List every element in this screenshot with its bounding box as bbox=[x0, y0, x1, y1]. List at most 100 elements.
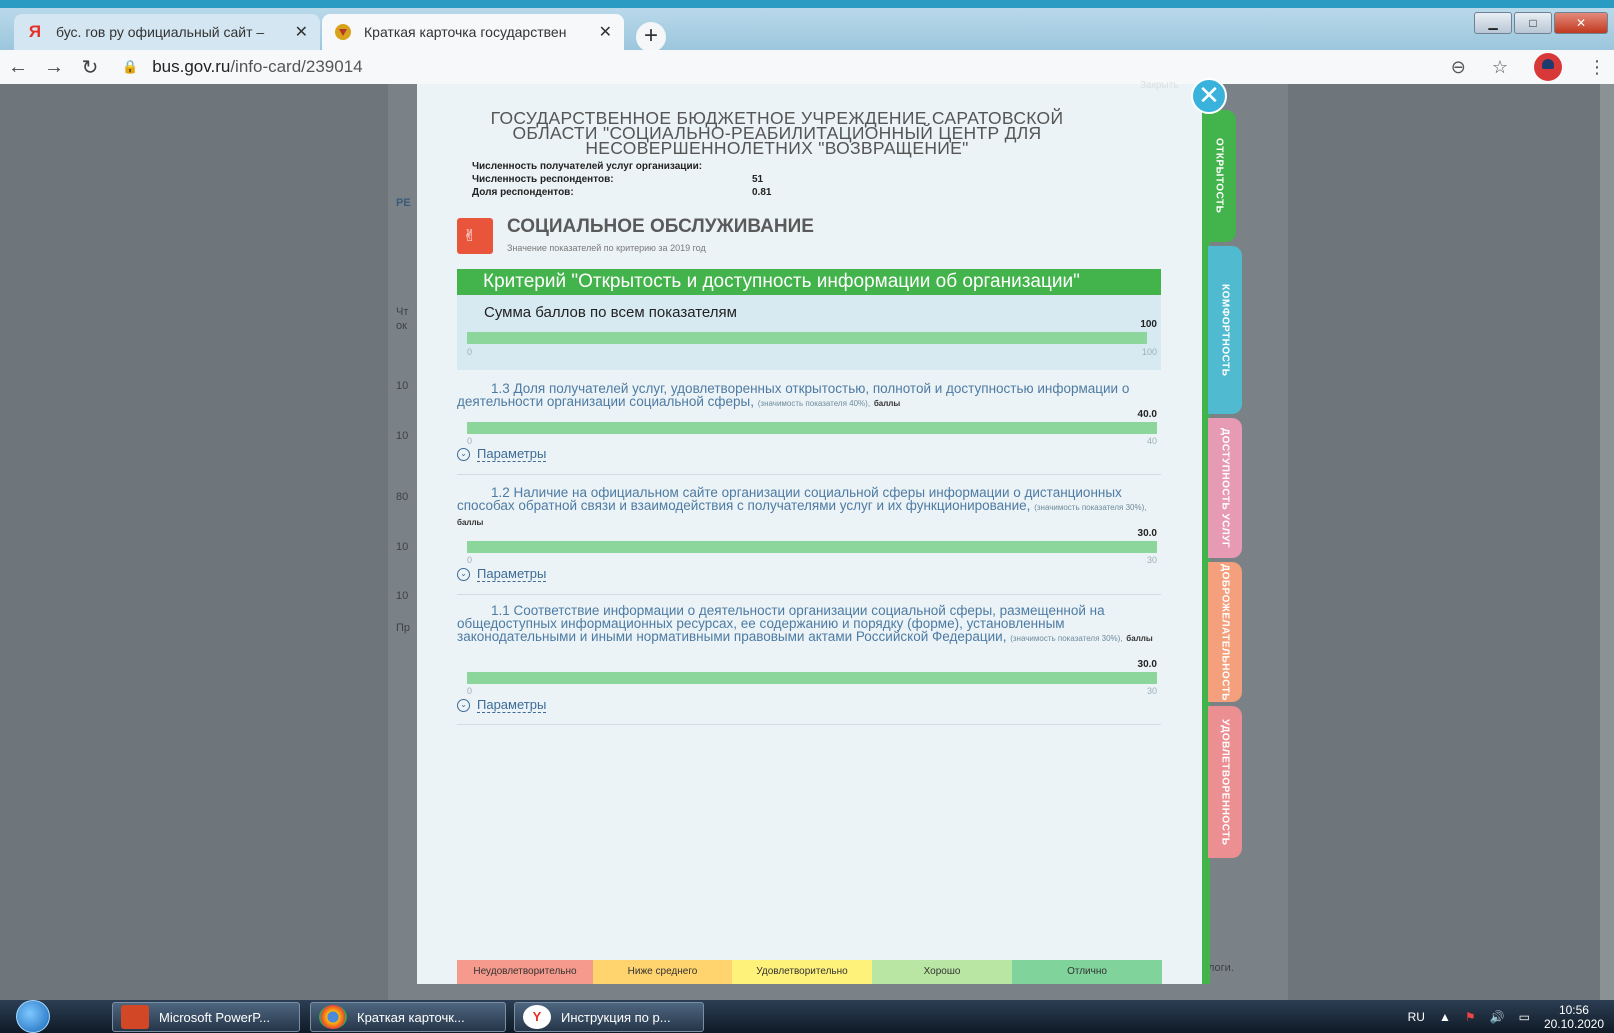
page-scrollbar[interactable] bbox=[1600, 84, 1614, 1000]
metric-bar bbox=[467, 422, 1157, 434]
task-label: Microsoft PowerP... bbox=[159, 1009, 271, 1025]
bookmark-star-icon[interactable]: ☆ bbox=[1492, 57, 1508, 78]
url-path: /info-card/239014 bbox=[230, 57, 363, 76]
task-label: Инструкция по р... bbox=[561, 1009, 671, 1025]
legend-good: Хорошо bbox=[872, 960, 1012, 984]
legend-unsatisfactory: Неудовлетворительно bbox=[457, 960, 593, 984]
back-arrow-icon[interactable]: ← bbox=[0, 56, 36, 79]
page-fragment: логи. bbox=[1208, 962, 1234, 974]
respondent-stats: Численность получателей услуг организаци… bbox=[472, 160, 771, 199]
profile-avatar-icon[interactable] bbox=[1534, 53, 1562, 81]
legend-excellent: Отлично bbox=[1012, 960, 1162, 984]
params-toggle[interactable]: ⌄ Параметры bbox=[457, 697, 547, 713]
page-fragment: 10 bbox=[396, 430, 409, 442]
network-warning-icon[interactable]: ⚑ bbox=[1465, 1010, 1476, 1024]
minimize-button[interactable]: ▁ bbox=[1474, 12, 1512, 34]
side-tab-satisfaction[interactable]: УДОВЛЕТВОРЕННОСТЬ bbox=[1208, 706, 1242, 858]
tab-strip: Я бус. гов ру официальный сайт – ✕ Кратк… bbox=[0, 8, 1614, 52]
sum-bar bbox=[467, 332, 1147, 344]
metric-max: 30 bbox=[1146, 555, 1157, 565]
tab-title: Краткая карточка государствен bbox=[364, 24, 567, 40]
section-header: ✌ СОЦИАЛЬНОЕ ОБСЛУЖИВАНИЕ Значение показ… bbox=[457, 216, 814, 254]
chevron-down-icon: ⌄ bbox=[457, 698, 470, 712]
metric-max: 40 bbox=[1146, 436, 1157, 446]
rating-legend: Неудовлетворительно Ниже среднего Удовле… bbox=[457, 960, 1162, 984]
side-tab-friendliness[interactable]: ДОБРОЖЕЛАТЕЛЬНОСТЬ bbox=[1208, 562, 1242, 702]
params-toggle[interactable]: ⌄ Параметры bbox=[457, 446, 547, 462]
volume-icon[interactable]: 🔊 bbox=[1490, 1010, 1505, 1024]
menu-dots-icon[interactable]: ⋮ bbox=[1588, 57, 1606, 78]
yandex-browser-icon: Y bbox=[523, 1005, 551, 1029]
params-link[interactable]: Параметры bbox=[477, 566, 547, 582]
display-icon[interactable]: ▭ bbox=[1519, 1010, 1530, 1024]
metric-unit: баллы bbox=[873, 399, 901, 408]
forward-arrow-icon[interactable]: → bbox=[36, 56, 72, 79]
chevron-down-icon: ⌄ bbox=[457, 447, 470, 461]
taskbar-item-chrome[interactable]: Краткая карточк... bbox=[310, 1002, 506, 1032]
legend-satisfactory: Удовлетворительно bbox=[732, 960, 872, 984]
stat-label: Численность получателей услуг организаци… bbox=[472, 161, 703, 172]
window-controls: ▁ □ ✕ bbox=[1474, 12, 1608, 34]
close-label: Закрыть bbox=[1140, 80, 1179, 91]
yandex-icon: Я bbox=[28, 22, 42, 41]
metric-weight: (значимость показателя 30%), bbox=[1010, 634, 1123, 643]
chrome-icon bbox=[319, 1005, 347, 1029]
metric-text: 1.2 Наличие на официальном сайте организ… bbox=[457, 485, 1122, 513]
page-fragment: 10 bbox=[396, 541, 409, 553]
window-close-button[interactable]: ✕ bbox=[1554, 12, 1608, 34]
close-tab-icon[interactable]: ✕ bbox=[295, 22, 308, 42]
info-card-modal: ГОСУДАРСТВЕННОЕ БЮДЖЕТНОЕ УЧРЕЖДЕНИЕ САР… bbox=[417, 84, 1202, 984]
side-tab-comfort[interactable]: КОМФОРТНОСТЬ bbox=[1208, 246, 1242, 414]
stat-value: 0.81 bbox=[752, 187, 772, 198]
metric-1-1: 1.1 Соответствие информации о деятельнос… bbox=[457, 604, 1157, 645]
divider bbox=[457, 594, 1161, 595]
metric-value: 30.0 bbox=[1137, 528, 1157, 539]
start-button[interactable] bbox=[8, 1000, 58, 1033]
close-modal-icon[interactable]: ✕ bbox=[1191, 78, 1227, 114]
url-host: bus.gov.ru bbox=[152, 57, 231, 76]
criterion-header: Критерий "Открытость и доступность инфор… bbox=[457, 269, 1161, 295]
metric-weight: (значимость показателя 40%), bbox=[757, 399, 871, 408]
metric-min: 0 bbox=[467, 555, 473, 565]
taskbar-item-powerpoint[interactable]: Microsoft PowerP... bbox=[112, 1002, 300, 1032]
close-tab-icon[interactable]: ✕ bbox=[599, 22, 612, 42]
zoom-icon[interactable]: ⊖ bbox=[1451, 57, 1466, 78]
legend-below-average: Ниже среднего bbox=[593, 960, 732, 984]
tab-info-card[interactable]: Краткая карточка государствен ✕ bbox=[322, 14, 624, 50]
metric-1-2: 1.2 Наличие на официальном сайте организ… bbox=[457, 486, 1157, 529]
tray-expand-icon[interactable]: ▲ bbox=[1439, 1010, 1451, 1024]
sum-panel: Сумма баллов по всем показателям 100 0 1… bbox=[457, 295, 1161, 370]
tab-bus-search[interactable]: Я бус. гов ру официальный сайт – ✕ bbox=[14, 14, 320, 50]
divider bbox=[457, 724, 1161, 725]
sum-max: 100 bbox=[1141, 347, 1157, 357]
address-bar[interactable]: 🔒 bus.gov.ru/info-card/239014 bbox=[122, 57, 363, 77]
reload-icon[interactable]: ↻ bbox=[72, 55, 108, 80]
page-fragment: РЕ bbox=[396, 197, 411, 209]
params-toggle[interactable]: ⌄ Параметры bbox=[457, 566, 547, 582]
system-tray: RU ▲ ⚑ 🔊 ▭ 10:56 20.10.2020 bbox=[1408, 1000, 1604, 1033]
params-link[interactable]: Параметры bbox=[477, 697, 547, 713]
stat-label: Численность респондентов: bbox=[472, 174, 614, 185]
side-tab-accessibility[interactable]: ДОСТУПНОСТЬ УСЛУГ bbox=[1208, 418, 1242, 558]
toolbar-actions: ⊖ ☆ ⋮ bbox=[1451, 50, 1614, 84]
page-fragment: Пр bbox=[396, 622, 411, 634]
new-tab-button[interactable]: + bbox=[636, 22, 666, 52]
params-link[interactable]: Параметры bbox=[477, 446, 547, 462]
tab-title: бус. гов ру официальный сайт – bbox=[56, 24, 265, 40]
metric-text: 1.1 Соответствие информации о деятельнос… bbox=[457, 603, 1105, 644]
taskbar-item-yandex[interactable]: Y Инструкция по р... bbox=[514, 1002, 704, 1032]
social-service-icon: ✌ bbox=[457, 218, 493, 254]
stat-value: 51 bbox=[752, 174, 764, 185]
task-label: Краткая карточк... bbox=[357, 1009, 465, 1025]
clock[interactable]: 10:56 20.10.2020 bbox=[1544, 1003, 1604, 1031]
metric-unit: баллы bbox=[457, 518, 484, 527]
page-fragment: ок bbox=[396, 320, 407, 332]
page-fragment: 80 bbox=[396, 491, 409, 503]
language-indicator[interactable]: RU bbox=[1408, 1010, 1425, 1024]
sum-min: 0 bbox=[467, 347, 473, 357]
metric-weight: (значимость показателя 30%), bbox=[1034, 503, 1147, 512]
maximize-button[interactable]: □ bbox=[1514, 12, 1552, 34]
metric-min: 0 bbox=[467, 686, 473, 696]
metric-1-3: 1.3 Доля получателей услуг, удовлетворен… bbox=[457, 382, 1157, 410]
side-tab-openness[interactable]: ОТКРЫТОСТЬ bbox=[1202, 110, 1236, 242]
